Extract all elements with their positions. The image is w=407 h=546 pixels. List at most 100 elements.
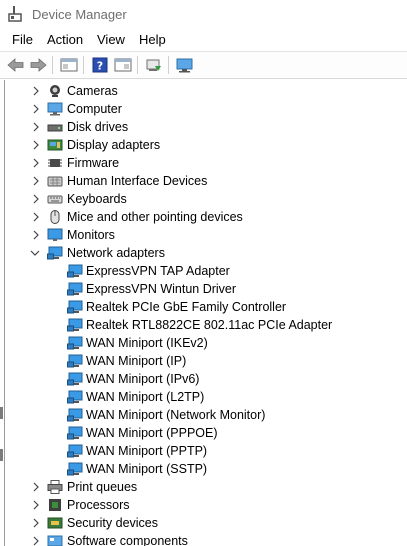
tree-category-computer[interactable]: Computer [5,100,405,118]
software-component-icon [47,535,63,546]
monitor-icon [47,228,63,241]
tree-category-security-devices[interactable]: Security devices [5,514,405,532]
scan-hardware-changes-button[interactable] [175,56,195,74]
show-hide-console-tree-button[interactable] [59,56,79,74]
chevron-right-icon[interactable] [31,230,41,240]
tree-device-label: WAN Miniport (IKEv2) [86,336,208,350]
help-icon: ? [92,57,108,73]
back-button[interactable] [6,56,26,74]
tree-category-label: Computer [67,102,122,116]
tree-device-item[interactable]: WAN Miniport (SSTP) [5,460,405,478]
tree-device-label: Realtek PCIe GbE Family Controller [86,300,287,314]
chevron-right-icon[interactable] [31,500,41,510]
tree-category-label: Processors [67,498,130,512]
network-card-icon [67,462,83,476]
display-adapter-icon [47,139,63,151]
tree-category-mice[interactable]: Mice and other pointing devices [5,208,405,226]
toolbar-separator [137,56,138,74]
help-button[interactable]: ? [90,56,110,74]
tree-device-item[interactable]: WAN Miniport (IPv6) [5,370,405,388]
chevron-right-icon[interactable] [31,104,41,114]
device-manager-icon [8,6,22,22]
tree-device-item[interactable]: WAN Miniport (PPPOE) [5,424,405,442]
network-card-icon [67,318,83,332]
tree-device-item[interactable]: ExpressVPN TAP Adapter [5,262,405,280]
network-card-icon [67,336,83,350]
security-device-icon [47,517,63,529]
tree-category-label: Disk drives [67,120,129,134]
tree-category-software-components[interactable]: Software components [5,532,405,546]
tree-device-item[interactable]: WAN Miniport (L2TP) [5,388,405,406]
tree-device-label: WAN Miniport (IPv6) [86,372,200,386]
tree-category-disk-drives[interactable]: Disk drives [5,118,405,136]
tree-device-label: ExpressVPN Wintun Driver [86,282,237,296]
background-window-edge [0,449,3,461]
printer-icon [47,480,63,494]
chevron-right-icon[interactable] [31,212,41,222]
tree-device-item[interactable]: Realtek PCIe GbE Family Controller [5,298,405,316]
forward-button[interactable] [28,56,48,74]
camera-icon [50,85,60,97]
tree-device-item[interactable]: WAN Miniport (IP) [5,352,405,370]
scan-hardware-icon [176,58,193,73]
tree-category-human-interface-devices[interactable]: Human Interface Devices [5,172,405,190]
network-card-icon [67,426,83,440]
network-card-icon [67,300,83,314]
forward-arrow-icon [30,58,47,72]
chevron-right-icon[interactable] [31,194,41,204]
tree-device-item[interactable]: Realtek RTL8822CE 802.11ac PCIe Adapter [5,316,405,334]
chevron-right-icon[interactable] [31,86,41,96]
tree-device-item[interactable]: WAN Miniport (IKEv2) [5,334,405,352]
tree-category-print-queues[interactable]: Print queues [5,478,405,496]
tree-device-label: WAN Miniport (L2TP) [86,390,205,404]
chevron-right-icon[interactable] [31,158,41,168]
chevron-down-icon[interactable] [30,248,40,258]
disk-drive-icon [47,124,63,132]
mouse-icon [50,210,60,224]
menu-view[interactable]: View [97,32,125,47]
chevron-right-icon[interactable] [31,482,41,492]
network-card-icon [67,408,83,422]
tree-category-keyboards[interactable]: Keyboards [5,190,405,208]
keyboard-icon [47,195,63,204]
network-card-icon [67,282,83,296]
menu-action[interactable]: Action [47,32,83,47]
tree-category-label: Software components [67,534,188,546]
network-card-icon [67,372,83,386]
network-adapter-icon [47,246,63,260]
tree-category-label: Security devices [67,516,159,530]
tree-category-label: Human Interface Devices [67,174,208,188]
chevron-right-icon[interactable] [31,176,41,186]
tree-category-monitors[interactable]: Monitors [5,226,405,244]
tree-category-network-adapters[interactable]: Network adapters [5,244,405,262]
tree-device-label: WAN Miniport (SSTP) [86,462,208,476]
chevron-right-icon[interactable] [31,536,41,546]
computer-icon [47,102,63,116]
menu-help[interactable]: Help [139,32,166,47]
tree-category-firmware[interactable]: Firmware [5,154,405,172]
tree-device-item[interactable]: WAN Miniport (Network Monitor) [5,406,405,424]
device-tree: Cameras Computer Disk drives Display ada… [4,80,407,546]
update-driver-button[interactable] [144,56,164,74]
tree-category-display-adapters[interactable]: Display adapters [5,136,405,154]
chevron-right-icon[interactable] [31,122,41,132]
tree-device-item[interactable]: ExpressVPN Wintun Driver [5,280,405,298]
menu-bar: File Action View Help [0,30,407,50]
tree-device-label: WAN Miniport (PPPOE) [86,426,218,440]
svg-text:?: ? [97,60,103,73]
title-bar: Device Manager [0,0,407,30]
tree-device-item[interactable]: WAN Miniport (PPTP) [5,442,405,460]
processor-icon [49,499,61,511]
tree-category-cameras[interactable]: Cameras [5,82,405,100]
tree-device-label: WAN Miniport (PPTP) [86,444,208,458]
window-title: Device Manager [32,7,127,22]
chevron-right-icon[interactable] [31,140,41,150]
toolbar-separator [168,56,169,74]
tree-category-processors[interactable]: Processors [5,496,405,514]
network-card-icon [67,354,83,368]
chevron-right-icon[interactable] [31,518,41,528]
tree-category-label: Mice and other pointing devices [67,210,243,224]
properties-button[interactable] [113,56,133,74]
menu-file[interactable]: File [12,32,33,47]
tree-category-label: Keyboards [67,192,127,206]
